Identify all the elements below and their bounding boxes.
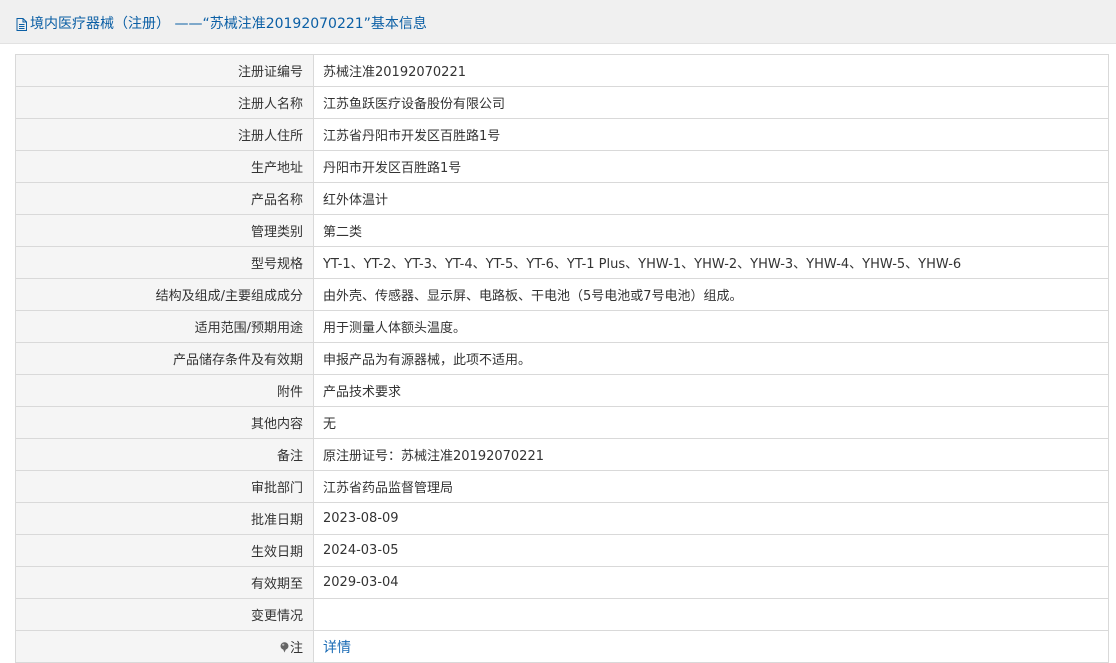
row-value: 产品技术要求 xyxy=(313,374,1109,407)
note-label-cell: 注 xyxy=(15,630,314,663)
table-row-note: 注 详情 xyxy=(15,630,1109,663)
document-icon xyxy=(16,17,27,31)
row-label: 适用范围/预期用途 xyxy=(15,310,314,343)
info-table: 注册证编号 苏械注准20192070221 注册人名称 江苏鱼跃医疗设备股份有限… xyxy=(15,54,1109,663)
row-label: 结构及组成/主要组成成分 xyxy=(15,278,314,311)
table-row: 结构及组成/主要组成成分 由外壳、传感器、显示屏、电路板、干电池（5号电池或7号… xyxy=(15,278,1109,311)
table-row: 备注 原注册证号：苏械注准20192070221 xyxy=(15,438,1109,471)
row-value: YT-1、YT-2、YT-3、YT-4、YT-5、YT-6、YT-1 Plus、… xyxy=(313,246,1109,279)
row-value: 2023-08-09 xyxy=(313,502,1109,535)
table-row: 变更情况 xyxy=(15,598,1109,631)
row-value: 红外体温计 xyxy=(313,182,1109,215)
row-value: 由外壳、传感器、显示屏、电路板、干电池（5号电池或7号电池）组成。 xyxy=(313,278,1109,311)
row-value: 原注册证号：苏械注准20192070221 xyxy=(313,438,1109,471)
row-label: 变更情况 xyxy=(15,598,314,631)
row-label: 有效期至 xyxy=(15,566,314,599)
details-link[interactable]: 详情 xyxy=(323,640,351,656)
table-row: 管理类别 第二类 xyxy=(15,214,1109,247)
row-value: 江苏鱼跃医疗设备股份有限公司 xyxy=(313,86,1109,119)
table-row: 注册人名称 江苏鱼跃医疗设备股份有限公司 xyxy=(15,86,1109,119)
row-label: 产品储存条件及有效期 xyxy=(15,342,314,375)
row-value: 申报产品为有源器械，此项不适用。 xyxy=(313,342,1109,375)
row-value: 江苏省药品监督管理局 xyxy=(313,470,1109,503)
row-value xyxy=(313,598,1109,631)
row-label: 备注 xyxy=(15,438,314,471)
row-label: 其他内容 xyxy=(15,406,314,439)
row-value: 第二类 xyxy=(313,214,1109,247)
row-value: 用于测量人体额头温度。 xyxy=(313,310,1109,343)
table-row: 生产地址 丹阳市开发区百胜路1号 xyxy=(15,150,1109,183)
table-row: 有效期至 2029-03-04 xyxy=(15,566,1109,599)
note-label: 注 xyxy=(289,641,303,656)
table-row: 审批部门 江苏省药品监督管理局 xyxy=(15,470,1109,503)
row-label: 附件 xyxy=(15,374,314,407)
table-row: 适用范围/预期用途 用于测量人体额头温度。 xyxy=(15,310,1109,343)
info-table-container: 注册证编号 苏械注准20192070221 注册人名称 江苏鱼跃医疗设备股份有限… xyxy=(15,54,1109,663)
note-icon xyxy=(280,642,289,653)
row-label: 型号规格 xyxy=(15,246,314,279)
table-row: 产品名称 红外体温计 xyxy=(15,182,1109,215)
note-value-cell: 详情 xyxy=(313,630,1109,663)
table-row: 生效日期 2024-03-05 xyxy=(15,534,1109,567)
table-row: 附件 产品技术要求 xyxy=(15,374,1109,407)
row-label: 批准日期 xyxy=(15,502,314,535)
table-row: 其他内容 无 xyxy=(15,406,1109,439)
row-value: 2029-03-04 xyxy=(313,566,1109,599)
row-label: 注册人名称 xyxy=(15,86,314,119)
row-value: 丹阳市开发区百胜路1号 xyxy=(313,150,1109,183)
row-label: 产品名称 xyxy=(15,182,314,215)
row-value: 江苏省丹阳市开发区百胜路1号 xyxy=(313,118,1109,151)
row-label: 生产地址 xyxy=(15,150,314,183)
table-row: 批准日期 2023-08-09 xyxy=(15,502,1109,535)
row-label: 管理类别 xyxy=(15,214,314,247)
page-header: 境内医疗器械（注册） ——“苏械注准20192070221”基本信息 xyxy=(0,0,1116,44)
table-row: 产品储存条件及有效期 申报产品为有源器械，此项不适用。 xyxy=(15,342,1109,375)
table-row: 注册人住所 江苏省丹阳市开发区百胜路1号 xyxy=(15,118,1109,151)
row-label: 生效日期 xyxy=(15,534,314,567)
page-title: 境内医疗器械（注册） ——“苏械注准20192070221”基本信息 xyxy=(30,16,427,32)
row-label: 注册人住所 xyxy=(15,118,314,151)
header-title-group: 境内医疗器械（注册） ——“苏械注准20192070221”基本信息 xyxy=(16,14,427,34)
row-value: 无 xyxy=(313,406,1109,439)
row-label: 注册证编号 xyxy=(15,54,314,87)
table-row: 型号规格 YT-1、YT-2、YT-3、YT-4、YT-5、YT-6、YT-1 … xyxy=(15,246,1109,279)
row-value: 2024-03-05 xyxy=(313,534,1109,567)
table-row: 注册证编号 苏械注准20192070221 xyxy=(15,54,1109,87)
info-table-body: 注册证编号 苏械注准20192070221 注册人名称 江苏鱼跃医疗设备股份有限… xyxy=(15,54,1109,663)
row-value: 苏械注准20192070221 xyxy=(313,54,1109,87)
row-label: 审批部门 xyxy=(15,470,314,503)
